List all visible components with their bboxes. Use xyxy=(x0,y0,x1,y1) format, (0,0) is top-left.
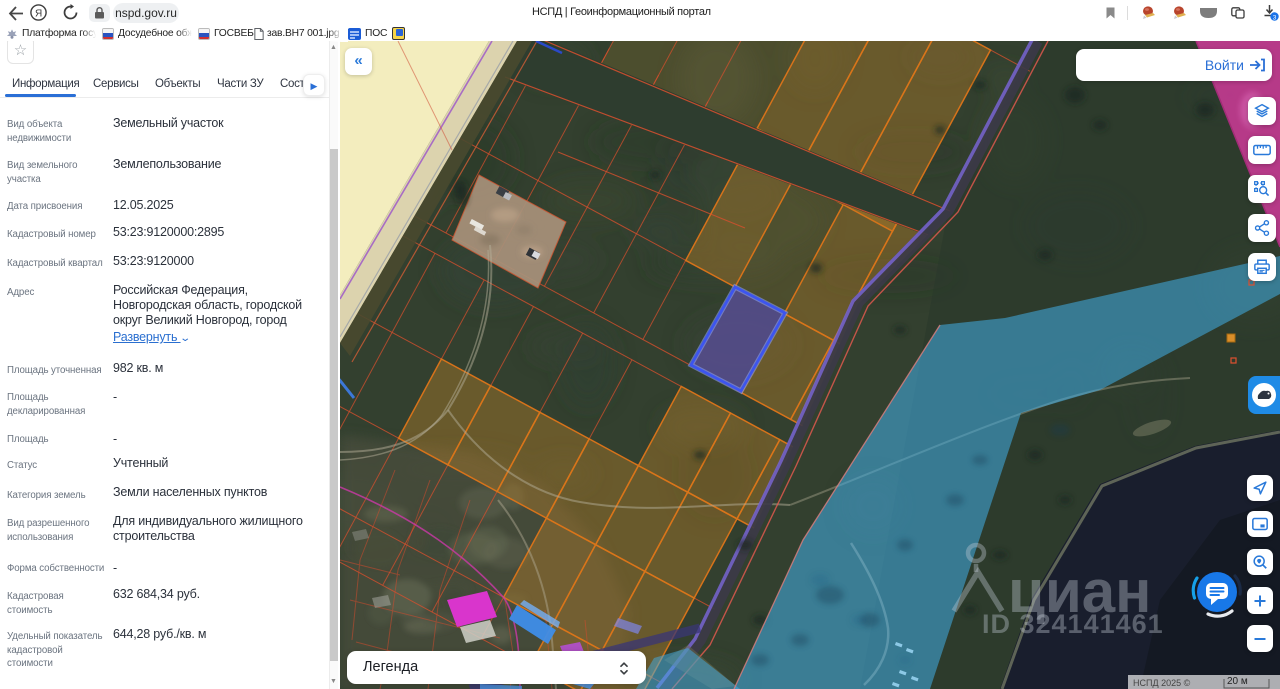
svg-text:Я: Я xyxy=(35,9,42,20)
svg-text:ID 324141461: ID 324141461 xyxy=(982,609,1164,639)
svg-text:3: 3 xyxy=(1273,15,1277,21)
